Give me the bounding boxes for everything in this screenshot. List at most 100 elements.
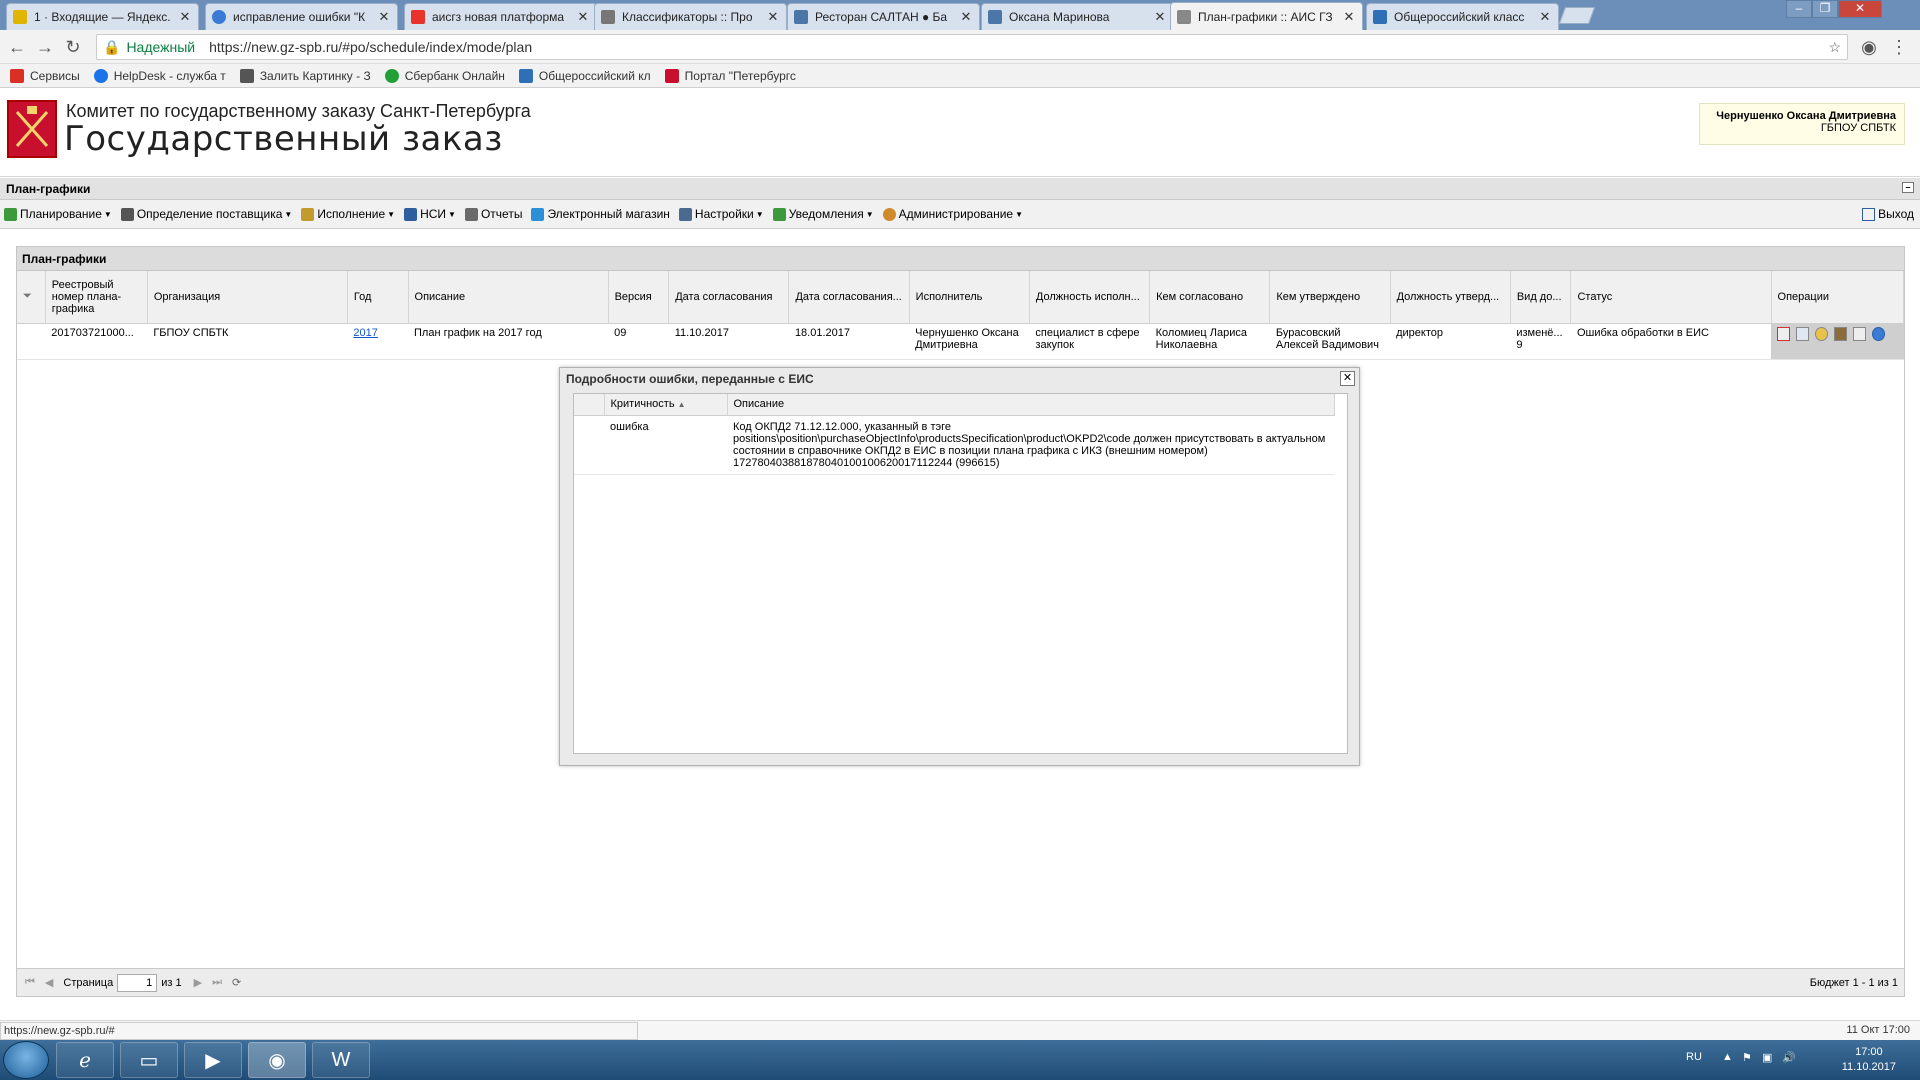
menu-reports[interactable]: Отчеты — [464, 207, 522, 221]
column-header[interactable]: Версия — [608, 271, 670, 324]
edit-icon[interactable] — [1796, 326, 1810, 341]
address-bar[interactable]: 🔒 Надежный https://new.gz-spb.ru/#po/sch… — [96, 34, 1848, 60]
menu-administration[interactable]: Администрирование ▼ — [882, 207, 1023, 221]
approval-date2-cell: 18.01.2017 — [788, 323, 910, 360]
document-icon[interactable] — [1777, 326, 1791, 341]
doc-type-cell: изменё... 9 — [1510, 323, 1571, 360]
year-link[interactable]: 2017 — [353, 327, 377, 339]
page-number-input[interactable] — [117, 973, 158, 992]
start-button[interactable] — [3, 1041, 49, 1079]
browser-tab[interactable]: Классификаторы :: Про ✕ — [594, 3, 787, 30]
column-header[interactable]: Дата согласования... — [788, 271, 910, 324]
explorer-folder-icon[interactable]: ▭ — [120, 1042, 178, 1078]
browser-tab[interactable]: Оксана Маринова ✕ — [981, 3, 1174, 30]
browser-tab[interactable]: Общероссийский класс ✕ — [1366, 3, 1559, 30]
column-header[interactable]: Должность исполн... — [1029, 271, 1151, 324]
menu-eshop[interactable]: Электронный магазин — [531, 207, 670, 221]
tab-title: Классификаторы :: Про — [622, 10, 753, 24]
column-header[interactable]: Реестровый номер плана-графика — [45, 271, 148, 324]
menu-settings[interactable]: Настройки ▼ — [678, 207, 764, 221]
word-icon[interactable]: W — [312, 1042, 370, 1078]
new-tab-button[interactable] — [1558, 7, 1596, 24]
refresh-icon[interactable]: ⟳ — [232, 976, 241, 989]
back-arrow-icon[interactable]: ← — [6, 36, 28, 58]
column-header[interactable]: Кем утверждено — [1269, 271, 1391, 324]
close-tab-icon[interactable]: ✕ — [1153, 9, 1167, 25]
menu-nsi[interactable]: НСИ ▼ — [404, 207, 456, 221]
collapse-icon[interactable]: – — [1902, 182, 1914, 193]
column-header[interactable]: Описание — [408, 271, 609, 324]
logout-button[interactable]: Выход — [1862, 207, 1914, 221]
column-header[interactable]: Кем согласовано — [1149, 271, 1271, 324]
table-row[interactable]: ошибка Код ОКПД2 71.12.12.000, указанный… — [574, 415, 1334, 475]
emblem-icon[interactable] — [1815, 326, 1829, 341]
dialog-body: Критичность ▲ Описание ошибка Код ОКПД2 … — [573, 393, 1348, 754]
column-header[interactable]: Организация — [147, 271, 348, 324]
close-tab-icon[interactable]: ✕ — [766, 9, 780, 25]
browser-tab[interactable]: Ресторан САЛТАН ● Ба ✕ — [787, 3, 980, 30]
bookmark-portal[interactable]: Портал "Петербургс — [664, 68, 796, 83]
browser-tab[interactable]: аисгз новая платформа ✕ — [404, 3, 597, 30]
volume-icon[interactable]: 🔊 — [1782, 1051, 1796, 1064]
close-tab-icon[interactable]: ✕ — [959, 9, 973, 25]
close-tab-icon[interactable]: ✕ — [576, 9, 590, 25]
prev-page-icon[interactable]: ◀ — [45, 976, 53, 989]
menu-execution[interactable]: Исполнение ▼ — [301, 207, 395, 221]
filter-column-header[interactable]: ⏷ — [17, 271, 46, 324]
column-header-severity[interactable]: Критичность ▲ — [604, 394, 728, 416]
column-header[interactable]: Вид до... — [1510, 271, 1572, 324]
users-icon[interactable] — [1834, 326, 1848, 341]
browser-tab[interactable]: исправление ошибки "К ✕ — [205, 3, 398, 30]
column-header[interactable]: Должность утверд... — [1390, 271, 1511, 324]
close-tab-icon[interactable]: ✕ — [1538, 9, 1552, 25]
flag-icon[interactable]: ⚑ — [1742, 1051, 1752, 1064]
tab-title: аисгз новая платформа — [432, 10, 565, 24]
next-page-icon[interactable]: ▶ — [194, 976, 202, 989]
column-header[interactable]: Операции — [1771, 271, 1905, 324]
browser-tab-active[interactable]: План-графики :: АИС ГЗ ✕ — [1170, 2, 1363, 30]
media-player-icon[interactable]: ▶ — [184, 1042, 242, 1078]
column-header[interactable]: Статус — [1570, 271, 1772, 324]
forward-arrow-icon[interactable]: → — [34, 36, 56, 58]
bookmark-helpdesk[interactable]: HelpDesk - служба т — [93, 68, 226, 83]
ie-icon[interactable]: ℯ — [56, 1042, 114, 1078]
close-tab-icon[interactable]: ✕ — [178, 9, 192, 25]
column-header[interactable]: Год — [347, 271, 409, 324]
row-selector-cell[interactable] — [17, 323, 46, 360]
menu-label: Электронный магазин — [547, 207, 670, 221]
reload-icon[interactable]: ↻ — [62, 36, 84, 58]
image-icon — [239, 68, 254, 83]
menu-notifications[interactable]: Уведомления ▼ — [772, 207, 874, 221]
user-info-box[interactable]: Чернушенко Оксана Дмитриевна ГБПОУ СПБТК — [1699, 103, 1905, 145]
last-page-icon[interactable]: ⏭ — [212, 976, 222, 989]
close-dialog-button[interactable]: ✕ — [1340, 371, 1355, 386]
menu-supplier[interactable]: Определение поставщика ▼ — [120, 207, 292, 221]
bookmark-classifier[interactable]: Общероссийский кл — [518, 68, 651, 83]
info-icon[interactable] — [1872, 326, 1886, 341]
tray-expand-icon[interactable]: ▲ — [1722, 1051, 1733, 1063]
minimize-window-button[interactable]: – — [1786, 0, 1812, 18]
copy-icon[interactable] — [1853, 326, 1867, 341]
browser-tab[interactable]: 1 · Входящие — Яндекс. ✕ — [6, 3, 199, 30]
bookmark-upload-image[interactable]: Залить Картинку - З — [239, 68, 371, 83]
close-window-button[interactable]: ✕ — [1838, 0, 1882, 18]
chrome-icon[interactable]: ◉ — [248, 1042, 306, 1078]
column-header[interactable]: Дата согласования — [668, 271, 790, 324]
column-header[interactable]: Исполнитель — [909, 271, 1030, 324]
clock[interactable]: 17:00 11.10.2017 — [1842, 1045, 1896, 1075]
table-row[interactable]: 201703721000... ГБПОУ СПБТК 2017 План гр… — [17, 323, 1904, 360]
language-indicator[interactable]: RU — [1686, 1051, 1702, 1063]
bookmark-star-icon[interactable]: ☆ — [1828, 39, 1841, 56]
extension-icon[interactable]: ◉ — [1858, 36, 1880, 58]
chrome-menu-icon[interactable]: ⋮ — [1888, 36, 1910, 58]
network-icon[interactable]: ▣ — [1762, 1051, 1772, 1064]
bookmark-sberbank[interactable]: Сбербанк Онлайн — [384, 68, 505, 83]
menu-planning[interactable]: Планирование ▼ — [4, 207, 112, 221]
bookmark-services[interactable]: Сервисы — [10, 68, 80, 83]
menu-label: Определение поставщика — [136, 207, 283, 221]
close-tab-icon[interactable]: ✕ — [377, 9, 391, 25]
close-tab-icon[interactable]: ✕ — [1342, 9, 1356, 25]
first-page-icon[interactable]: ⏮ — [25, 976, 35, 989]
maximize-window-button[interactable]: ❐ — [1812, 0, 1838, 18]
column-header-description[interactable]: Описание — [727, 394, 1335, 416]
